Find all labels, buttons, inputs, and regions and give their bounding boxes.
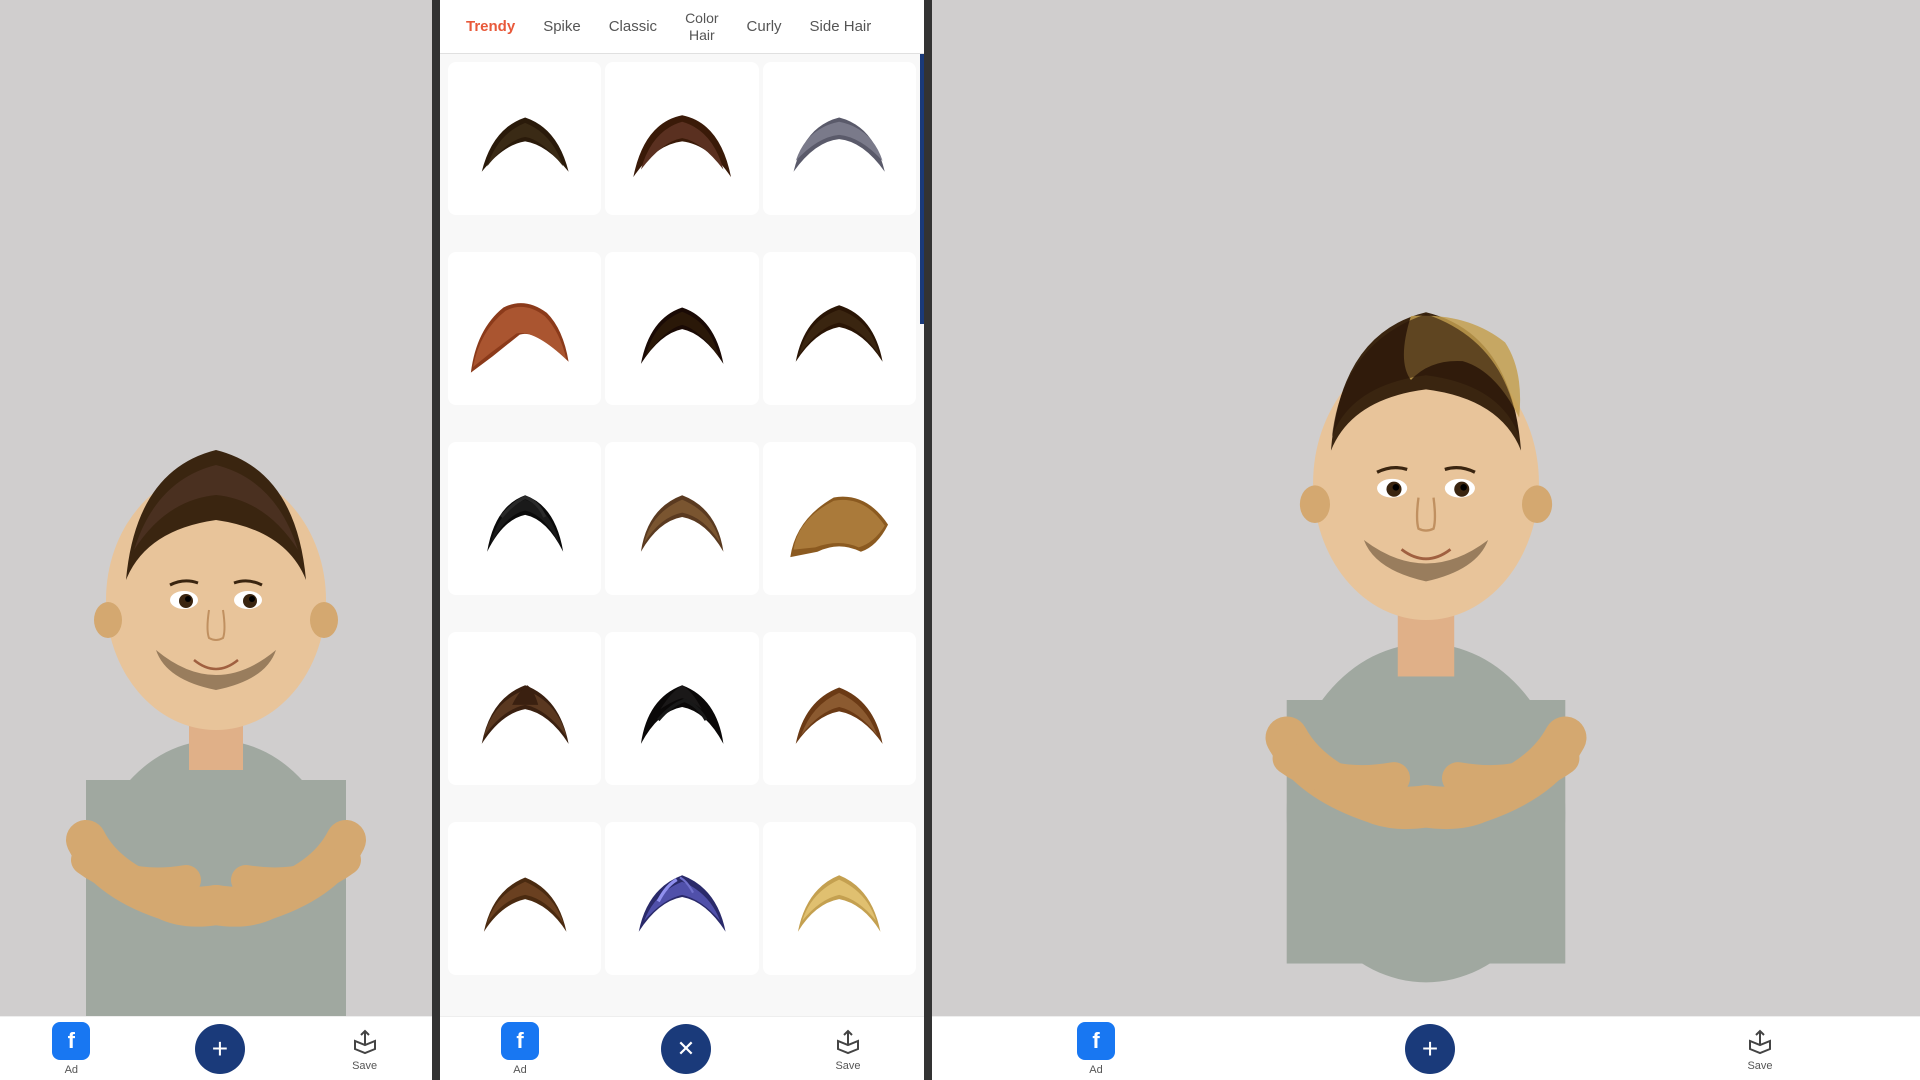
hair-grid xyxy=(440,54,924,1016)
center-panel: Trendy Spike Classic ColorHair Curly Sid… xyxy=(432,0,932,1080)
right-bottom-bar: f Ad + Save xyxy=(932,1016,1920,1080)
left-person-image xyxy=(26,200,406,1020)
center-ad-label: Ad xyxy=(513,1064,526,1076)
center-ad-button[interactable]: f Ad xyxy=(501,1022,539,1076)
center-save-button[interactable]: Save xyxy=(833,1026,863,1072)
hair-style-12[interactable] xyxy=(763,632,916,785)
left-ad-button[interactable]: f Ad xyxy=(52,1022,90,1076)
right-person-image xyxy=(1210,60,1642,1020)
hair-svg-3 xyxy=(774,74,904,204)
hair-style-4[interactable] xyxy=(448,252,601,405)
left-save-button[interactable]: Save xyxy=(350,1026,380,1072)
hair-style-5[interactable] xyxy=(605,252,758,405)
center-close-icon[interactable]: ✕ xyxy=(661,1024,711,1074)
right-ad-label: Ad xyxy=(1089,1064,1102,1076)
left-bottom-bar: f Ad + Save xyxy=(0,1016,432,1080)
center-bottom-bar: f Ad ✕ Save xyxy=(440,1016,924,1080)
hair-style-1[interactable] xyxy=(448,62,601,215)
right-add-icon[interactable]: + xyxy=(1405,1024,1455,1074)
hair-style-11[interactable] xyxy=(605,632,758,785)
hair-svg-5 xyxy=(617,264,747,394)
hair-svg-11 xyxy=(617,644,747,774)
hair-svg-7 xyxy=(460,454,590,584)
right-save-button[interactable]: Save xyxy=(1745,1026,1775,1072)
hair-style-8[interactable] xyxy=(605,442,758,595)
scroll-indicator xyxy=(920,54,924,324)
hair-style-13[interactable] xyxy=(448,822,601,975)
hair-style-10[interactable] xyxy=(448,632,601,785)
right-ad-button[interactable]: f Ad xyxy=(1077,1022,1115,1076)
hair-svg-6 xyxy=(774,264,904,394)
tab-bar: Trendy Spike Classic ColorHair Curly Sid… xyxy=(440,0,924,54)
right-save-icon[interactable] xyxy=(1745,1026,1775,1056)
left-panel: f Ad + Save xyxy=(0,0,432,1080)
hair-svg-2 xyxy=(617,74,747,204)
hair-svg-14 xyxy=(617,834,747,964)
hair-svg-4 xyxy=(460,264,590,394)
right-facebook-icon[interactable]: f xyxy=(1077,1022,1115,1060)
tab-side-hair[interactable]: Side Hair xyxy=(800,12,882,41)
hair-svg-13 xyxy=(460,834,590,964)
center-save-icon[interactable] xyxy=(833,1026,863,1056)
tab-spike[interactable]: Spike xyxy=(533,12,591,41)
hair-svg-15 xyxy=(774,834,904,964)
hair-svg-10 xyxy=(460,644,590,774)
hair-svg-9 xyxy=(774,454,904,584)
hair-style-3[interactable] xyxy=(763,62,916,215)
tab-curly[interactable]: Curly xyxy=(737,12,792,41)
hair-style-15[interactable] xyxy=(763,822,916,975)
right-save-label: Save xyxy=(1747,1060,1772,1072)
left-add-button[interactable]: + xyxy=(195,1024,245,1074)
center-facebook-icon[interactable]: f xyxy=(501,1022,539,1060)
left-facebook-icon[interactable]: f xyxy=(52,1022,90,1060)
center-save-label: Save xyxy=(835,1060,860,1072)
right-panel: f Ad + Save xyxy=(932,0,1920,1080)
left-add-icon[interactable]: + xyxy=(195,1024,245,1074)
hair-style-2[interactable] xyxy=(605,62,758,215)
hair-style-9[interactable] xyxy=(763,442,916,595)
tab-trendy[interactable]: Trendy xyxy=(456,12,525,41)
hair-svg-1 xyxy=(460,74,590,204)
left-ad-label: Ad xyxy=(65,1064,78,1076)
hair-style-7[interactable] xyxy=(448,442,601,595)
hair-style-14[interactable] xyxy=(605,822,758,975)
hair-svg-12 xyxy=(774,644,904,774)
tab-color-hair[interactable]: ColorHair xyxy=(675,4,728,50)
hair-svg-8 xyxy=(617,454,747,584)
hair-style-6[interactable] xyxy=(763,252,916,405)
tab-classic[interactable]: Classic xyxy=(599,12,667,41)
left-save-label: Save xyxy=(352,1060,377,1072)
left-save-icon[interactable] xyxy=(350,1026,380,1056)
right-add-button[interactable]: + xyxy=(1405,1024,1455,1074)
center-close-button[interactable]: ✕ xyxy=(661,1024,711,1074)
